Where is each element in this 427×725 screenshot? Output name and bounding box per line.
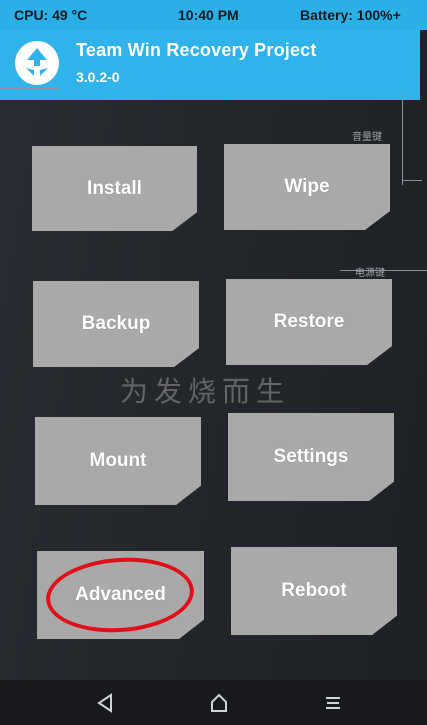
- home-icon: [211, 693, 227, 712]
- twrp-logo-icon: [15, 41, 59, 85]
- mount-button[interactable]: Mount: [35, 417, 201, 505]
- reboot-button-label: Reboot: [281, 580, 347, 601]
- twrp-screen: CPU: 49 °C 10:40 PM Battery: 100%+ Team …: [0, 0, 427, 725]
- back-button[interactable]: [90, 688, 120, 718]
- restore-button-label: Restore: [273, 311, 345, 332]
- install-button-label: Install: [87, 177, 142, 199]
- clock: 10:40 PM: [178, 7, 239, 23]
- leader-line: [0, 88, 60, 89]
- power-key-label: 电源键: [355, 268, 385, 279]
- app-version: 3.0.2-0: [76, 69, 120, 85]
- settings-button[interactable]: Settings: [228, 413, 394, 501]
- settings-button-label: Settings: [273, 446, 349, 467]
- watermark-text: 为发烧而生: [120, 375, 291, 408]
- back-triangle-icon: [97, 693, 112, 713]
- battery-status: Battery: 100%+: [300, 7, 401, 23]
- status-bar: CPU: 49 °C 10:40 PM Battery: 100%+: [0, 0, 427, 30]
- restore-button[interactable]: Restore: [226, 279, 392, 365]
- reboot-button[interactable]: Reboot: [231, 547, 397, 635]
- app-header: Team Win Recovery Project 3.0.2-0: [0, 30, 420, 100]
- wipe-button-label: Wipe: [284, 176, 330, 197]
- volume-key-label: 音量键: [352, 132, 382, 143]
- cpu-temperature: CPU: 49 °C: [14, 7, 88, 23]
- leader-line: [402, 180, 422, 181]
- home-button[interactable]: [204, 688, 234, 718]
- menu-lines-icon: [326, 697, 340, 709]
- app-title: Team Win Recovery Project: [76, 40, 317, 60]
- backup-button[interactable]: Backup: [33, 281, 199, 367]
- wipe-button[interactable]: Wipe: [224, 144, 390, 230]
- menu-button[interactable]: [318, 688, 348, 718]
- install-button[interactable]: Install: [32, 146, 197, 231]
- backup-button-label: Backup: [81, 313, 151, 334]
- navigation-bar: [0, 680, 427, 725]
- leader-line: [402, 95, 403, 185]
- mount-button-label: Mount: [89, 450, 147, 471]
